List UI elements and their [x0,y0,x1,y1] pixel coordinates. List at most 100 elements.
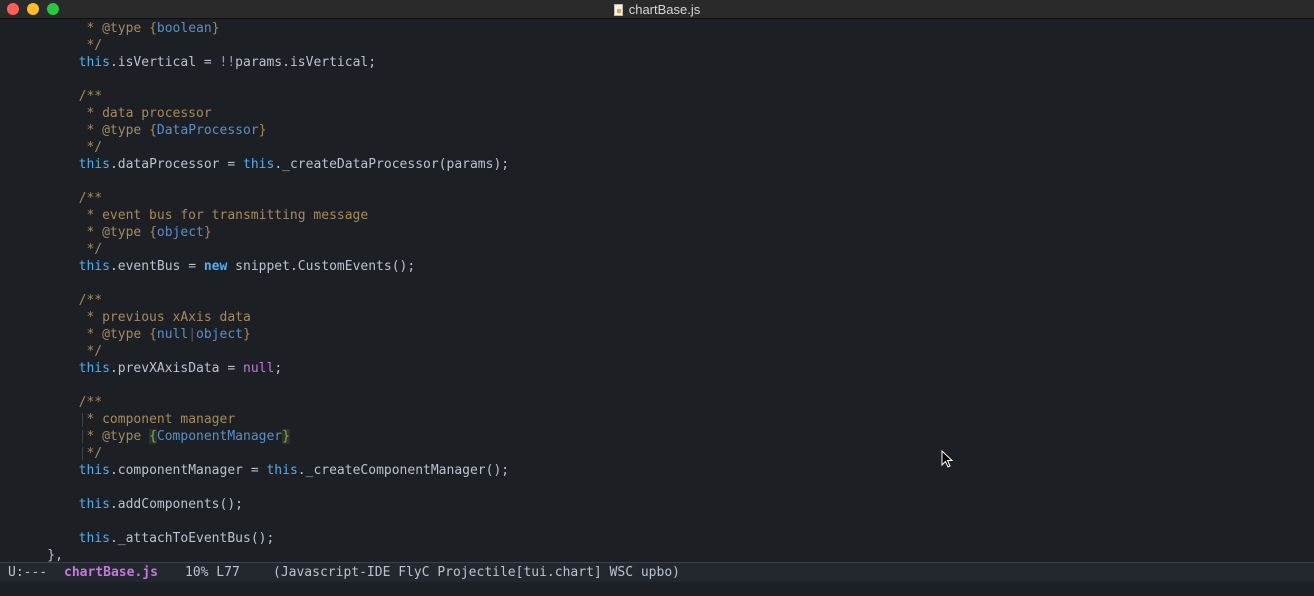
code-line[interactable]: |* @type {ComponentManager} [16,428,290,445]
code-token: /** [16,191,103,206]
window-title-area: chartBase.js [0,0,1314,19]
minimize-window-button[interactable] [27,3,39,15]
code-token: this [78,463,110,478]
code-line[interactable]: /** [16,190,102,207]
code-token: this [243,157,275,172]
code-line[interactable]: /** [16,88,102,105]
code-line[interactable]: * @type {object} [16,224,212,241]
code-token: this [78,55,110,70]
close-window-button[interactable] [7,3,19,15]
code-line[interactable]: */ [16,37,102,54]
code-line[interactable]: * @type {boolean} [16,20,220,37]
code-token: * component manager [86,412,236,427]
buffer-name[interactable]: chartBase.js [64,563,158,582]
code-token: * @type [16,327,150,342]
code-token: { [149,429,157,444]
code-token: } [203,225,212,240]
cursor-position: 10% L77 [185,565,240,580]
code-line[interactable]: |* component manager [16,411,236,428]
code-token: new [203,259,228,274]
code-token: { [149,225,157,240]
code-line[interactable]: */ [16,343,102,360]
code-line[interactable]: |*/ [16,445,102,462]
code-token: } [258,123,267,138]
code-token: * previous xAxis data [16,310,251,325]
code-token: * @type [16,225,150,240]
code-token: */ [16,344,103,359]
code-token: } [282,429,290,444]
code-token: { [149,21,157,36]
code-token: ._createComponentManager(); [297,463,510,478]
code-token: */ [16,140,103,155]
code-token: */ [86,446,103,461]
code-token: }, [16,548,63,562]
code-token: } [243,327,251,342]
code-token: * @type [16,123,150,138]
code-token: object [156,225,204,240]
code-token: this [266,463,298,478]
code-token: /** [16,293,103,308]
code-token: ._createDataProcessor(params); [274,157,510,172]
code-token: this [78,259,110,274]
code-token: } [211,21,220,36]
code-token: */ [16,242,103,257]
code-token: /** [16,89,103,104]
code-token: .addComponents(); [109,497,243,512]
code-line[interactable]: /** [16,292,102,309]
code-token: * event bus for transmitting message [16,208,369,223]
code-line[interactable]: this.dataProcessor = this._createDataPro… [16,156,510,173]
code-token: .dataProcessor = [109,157,243,172]
code-token: boolean [156,21,212,36]
code-token: this [78,361,110,376]
code-token: DataProcessor [156,123,259,138]
active-modes[interactable]: (Javascript-IDE FlyC Projectile[tui.char… [273,563,680,582]
code-token: this [78,531,110,546]
code-line[interactable]: /** [16,394,102,411]
code-token: object [196,327,243,342]
code-line[interactable]: * previous xAxis data [16,309,251,326]
code-line[interactable]: * @type {null|object} [16,326,251,343]
code-line[interactable]: * data processor [16,105,211,122]
maximize-window-button[interactable] [47,3,59,15]
window-title: chartBase.js [628,2,701,17]
code-token: ._attachToEventBus(); [109,531,275,546]
code-token: .isVertical = [109,55,220,70]
code-token: * @type [16,21,150,36]
code-token: /** [16,395,103,410]
code-token: { [149,327,157,342]
code-token: * @type [86,429,150,444]
minibuffer[interactable] [0,582,1314,596]
code-token: | [188,327,197,342]
code-line[interactable]: * event bus for transmitting message [16,207,368,224]
title-bar: chartBase.js [0,0,1314,19]
code-token: params.isVertical; [235,55,377,70]
code-token: .eventBus = [109,259,204,274]
mouse-pointer-icon [941,450,953,468]
code-token: null [243,361,275,376]
code-token: ComponentManager [156,429,283,444]
buffer-status: U:--- [8,565,48,580]
code-line[interactable]: this._attachToEventBus(); [16,530,275,547]
code-line[interactable]: * @type {DataProcessor} [16,122,266,139]
code-token: this [78,497,110,512]
code-editor[interactable]: * @type {boolean} */ this.isVertical = !… [0,19,1314,562]
javascript-file-icon [613,3,623,16]
code-line[interactable]: this.isVertical = !!params.isVertical; [16,54,376,71]
code-line[interactable]: }, [16,547,63,562]
code-line[interactable]: */ [16,241,102,258]
code-line[interactable]: this.componentManager = this._createComp… [16,462,510,479]
code-token: */ [16,38,103,53]
code-line[interactable]: this.addComponents(); [16,496,243,513]
code-line[interactable]: */ [16,139,102,156]
code-line[interactable]: this.prevXAxisData = null; [16,360,283,377]
code-token: .prevXAxisData = [109,361,243,376]
code-line[interactable]: this.eventBus = new snippet.CustomEvents… [16,258,416,275]
